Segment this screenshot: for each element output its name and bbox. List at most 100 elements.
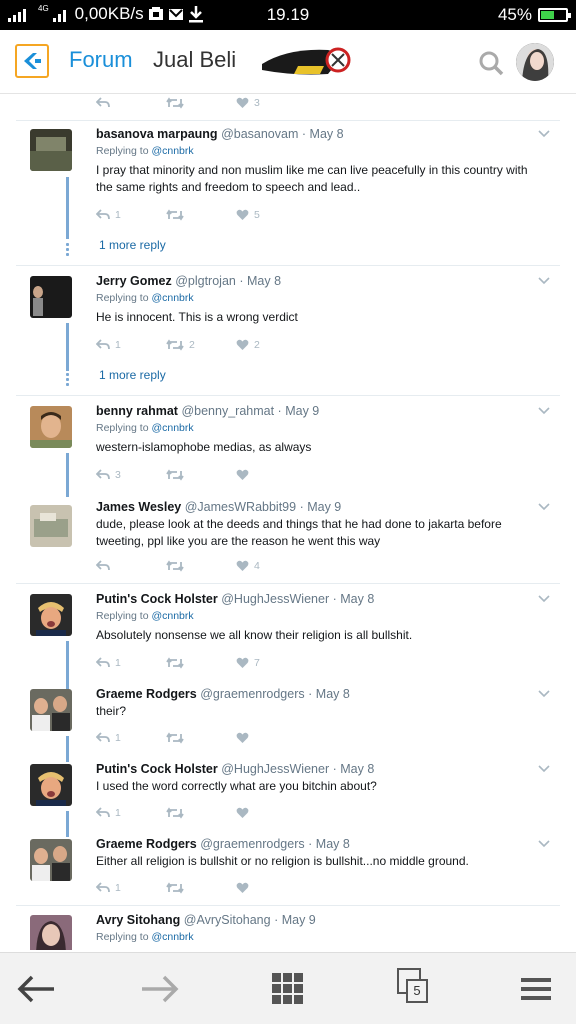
like-button[interactable]: 2 [236,337,306,353]
forward-button[interactable] [140,971,180,1007]
author-name[interactable]: benny rahmat [96,404,178,418]
chevron-down-icon[interactable] [538,503,550,511]
chevron-down-icon[interactable] [538,407,550,415]
tweet[interactable]: Putin's Cock Holster @HughJessWiener · M… [96,591,536,644]
retweet-button[interactable] [166,207,236,223]
chevron-down-icon[interactable] [538,277,550,285]
author-handle[interactable]: @benny_rahmat [181,404,274,418]
menu-button[interactable] [516,971,556,1007]
back-button[interactable] [16,971,56,1007]
tweet-date[interactable]: May 9 [307,500,341,514]
author-name[interactable]: Putin's Cock Holster [96,762,218,776]
tweet[interactable]: Putin's Cock Holster @HughJessWiener · M… [96,761,536,795]
tweet-date[interactable]: May 8 [247,274,281,288]
kaskus-logo-icon[interactable] [15,44,49,78]
chevron-down-icon[interactable] [538,595,550,603]
reply-button[interactable]: 1 [96,805,166,821]
like-button[interactable]: 3 [236,95,306,111]
bundul-italia-banner[interactable] [258,40,352,82]
author-name[interactable]: Graeme Rodgers [96,687,197,701]
reply-button[interactable]: 1 [96,730,166,746]
reply-button[interactable]: 1 [96,655,166,671]
user-avatar[interactable] [516,43,554,81]
more-replies-link[interactable]: 1 more reply [99,238,166,252]
tabs-button[interactable]: 5 [396,967,434,1007]
avatar[interactable] [30,406,72,448]
author-handle[interactable]: @graemenrodgers [200,837,304,851]
retweet-button[interactable]: 2 [166,337,236,353]
retweet-button[interactable] [166,655,236,671]
tab-forum[interactable]: Forum [69,47,133,73]
reply-button[interactable]: 3 [96,467,166,483]
tweet[interactable]: Graeme Rodgers @graemenrodgers · May 8 t… [96,686,536,720]
author-handle[interactable]: @HughJessWiener [221,592,329,606]
retweet-button[interactable] [166,467,236,483]
tweet-date[interactable]: May 9 [282,913,316,927]
tweet-date[interactable]: May 8 [340,592,374,606]
author-name[interactable]: James Wesley [96,500,181,514]
reply-button[interactable]: 1 [96,207,166,223]
author-handle[interactable]: @JamesWRabbit99 [185,500,296,514]
tweet[interactable]: basanova marpaung @basanovam · May 8 Rep… [96,126,536,196]
retweet-button[interactable] [166,95,236,111]
tweet[interactable]: Avry Sitohang @AvrySitohang · May 9 Repl… [96,912,536,944]
like-button[interactable] [236,730,306,746]
avatar[interactable] [30,764,72,806]
reply-button[interactable] [96,95,166,111]
like-button[interactable] [236,880,306,896]
avatar[interactable] [30,505,72,547]
tweet-date[interactable]: May 9 [285,404,319,418]
author-handle[interactable]: @plgtrojan [175,274,236,288]
chevron-down-icon[interactable] [538,130,550,138]
retweet-button[interactable] [166,805,236,821]
replying-to-handle[interactable]: @cnnbrk [151,292,193,304]
author-name[interactable]: Putin's Cock Holster [96,592,218,606]
tweet-date[interactable]: May 8 [340,762,374,776]
apps-button[interactable] [268,971,308,1007]
tweet[interactable]: James Wesley @JamesWRabbit99 · May 9 dud… [96,499,536,550]
like-button[interactable] [236,805,306,821]
tweet-actions: 1 5 [96,207,306,223]
avatar[interactable] [30,915,72,950]
tweet[interactable]: Jerry Gomez @plgtrojan · May 8 Replying … [96,273,536,326]
tweet-feed[interactable]: 3 basanova marpaung @basanovam · May 8 R… [0,95,576,950]
tweet-date[interactable]: May 8 [316,837,350,851]
replying-to-handle[interactable]: @cnnbrk [151,610,193,622]
chevron-down-icon[interactable] [538,690,550,698]
avatar[interactable] [30,276,72,318]
avatar[interactable] [30,594,72,636]
tweet[interactable]: benny rahmat @benny_rahmat · May 9 Reply… [96,403,536,456]
author-handle[interactable]: @AvrySitohang [184,913,271,927]
author-name[interactable]: Graeme Rodgers [96,837,197,851]
like-button[interactable] [236,467,306,483]
author-handle[interactable]: @HughJessWiener [221,762,329,776]
reply-button[interactable]: 1 [96,337,166,353]
reply-button[interactable]: 1 [96,880,166,896]
avatar[interactable] [30,129,72,171]
replying-to-handle[interactable]: @cnnbrk [151,931,193,943]
avatar[interactable] [30,689,72,731]
tweet[interactable]: Graeme Rodgers @graemenrodgers · May 8 E… [96,836,536,870]
tab-jual-beli[interactable]: Jual Beli [153,47,236,73]
like-button[interactable]: 5 [236,207,306,223]
avatar[interactable] [30,839,72,881]
chevron-down-icon[interactable] [538,765,550,773]
tweet-date[interactable]: May 8 [316,687,350,701]
like-button[interactable]: 7 [236,655,306,671]
like-button[interactable]: 4 [236,558,306,574]
search-icon[interactable] [478,50,504,76]
replying-to-handle[interactable]: @cnnbrk [151,145,193,157]
more-replies-link[interactable]: 1 more reply [99,368,166,382]
reply-button[interactable] [96,558,166,574]
retweet-button[interactable] [166,730,236,746]
author-handle[interactable]: @graemenrodgers [200,687,304,701]
author-name[interactable]: basanova marpaung [96,127,218,141]
author-name[interactable]: Jerry Gomez [96,274,172,288]
retweet-button[interactable] [166,880,236,896]
replying-to-handle[interactable]: @cnnbrk [151,422,193,434]
author-handle[interactable]: @basanovam [221,127,298,141]
retweet-button[interactable] [166,558,236,574]
tweet-date[interactable]: May 8 [310,127,344,141]
chevron-down-icon[interactable] [538,840,550,848]
author-name[interactable]: Avry Sitohang [96,913,180,927]
